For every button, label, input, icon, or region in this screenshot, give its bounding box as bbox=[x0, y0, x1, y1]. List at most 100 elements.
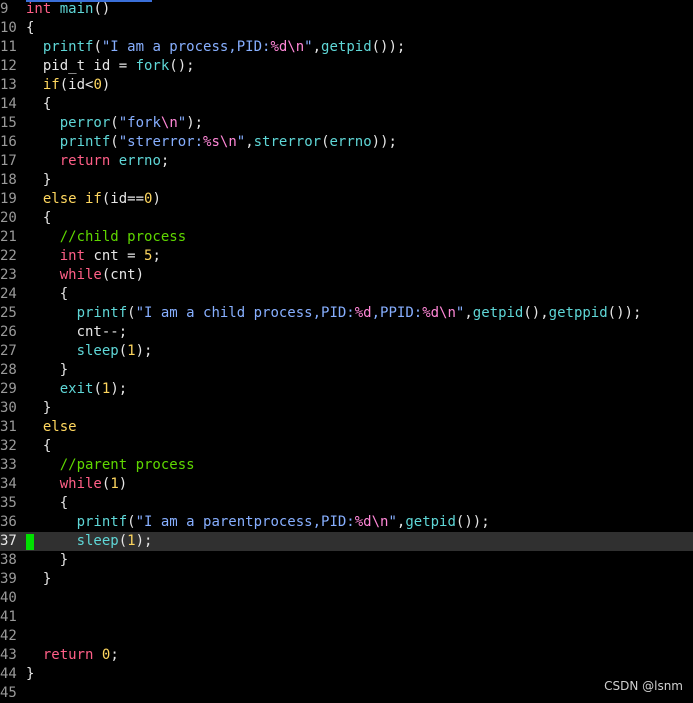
code-token: , bbox=[464, 305, 473, 321]
code-line[interactable]: 28 } bbox=[0, 361, 693, 380]
code-text: } bbox=[26, 171, 51, 190]
code-line[interactable]: 29 exit(1); bbox=[0, 380, 693, 399]
line-number: 44 bbox=[0, 666, 17, 682]
code-text: cnt--; bbox=[26, 323, 128, 342]
line-number: 14 bbox=[0, 96, 17, 112]
code-token: ( bbox=[127, 305, 136, 321]
code-line[interactable]: 36 printf("I am a parentprocess,PID:%d\n… bbox=[0, 513, 693, 532]
code-text: sleep(1); bbox=[26, 532, 153, 551]
code-line[interactable]: 42 bbox=[0, 627, 693, 646]
code-token: sleep bbox=[76, 533, 119, 549]
code-token: ); bbox=[110, 381, 128, 397]
code-token: else bbox=[42, 419, 77, 435]
code-token: , bbox=[312, 39, 322, 55]
code-text: printf("I am a parentprocess,PID:%d\n",g… bbox=[26, 513, 490, 532]
line-number: 38 bbox=[0, 552, 17, 568]
code-token: ( bbox=[93, 381, 102, 397]
code-line[interactable]: 15 perror("fork\n"); bbox=[0, 114, 693, 133]
line-number: 27 bbox=[0, 343, 17, 359]
code-token: printf bbox=[59, 134, 111, 150]
code-token: (cnt) bbox=[101, 267, 145, 283]
code-token: , bbox=[245, 134, 254, 150]
code-line[interactable]: 41 bbox=[0, 608, 693, 627]
line-number: 30 bbox=[0, 400, 17, 416]
code-line[interactable]: 10 { bbox=[0, 19, 693, 38]
code-token: ()); bbox=[455, 514, 490, 530]
code-token: " bbox=[388, 514, 397, 530]
code-line[interactable]: 39 } bbox=[0, 570, 693, 589]
code-token: 1 bbox=[127, 343, 136, 359]
code-token: ()); bbox=[371, 39, 406, 55]
line-number: 33 bbox=[0, 457, 17, 473]
code-token: %d\n bbox=[270, 39, 305, 55]
code-token: ) bbox=[118, 476, 128, 492]
code-token: //parent process bbox=[59, 457, 195, 473]
code-line[interactable]: 17 return errno; bbox=[0, 152, 693, 171]
code-line[interactable]: 43 return 0; bbox=[0, 646, 693, 665]
code-token: { bbox=[26, 495, 69, 511]
code-text: } bbox=[26, 551, 68, 570]
code-editor[interactable]: 9 int main() 10{11 printf("I am a process,… bbox=[0, 0, 693, 703]
code-token: cnt--; bbox=[26, 324, 128, 340]
code-line[interactable]: 21 //child process bbox=[0, 228, 693, 247]
code-text: perror("fork\n"); bbox=[26, 114, 203, 133]
code-token: 1 bbox=[127, 533, 136, 549]
line-number: 34 bbox=[0, 476, 17, 492]
code-line[interactable]: 31 else bbox=[0, 418, 693, 437]
code-token: } bbox=[26, 571, 52, 587]
code-token: pid_t id = bbox=[26, 58, 136, 74]
code-line[interactable]: 9 int main() bbox=[0, 0, 693, 19]
code-line[interactable]: 11 printf("I am a process,PID:%d\n",getp… bbox=[0, 38, 693, 57]
code-line[interactable]: 23 while(cnt) bbox=[0, 266, 693, 285]
code-line[interactable]: 27 sleep(1); bbox=[0, 342, 693, 361]
line-number: 19 bbox=[0, 191, 17, 207]
code-line[interactable]: 45 bbox=[0, 684, 693, 703]
code-line[interactable]: 33 //parent process bbox=[0, 456, 693, 475]
code-line[interactable]: 18 } bbox=[0, 171, 693, 190]
code-line[interactable]: 25 printf("I am a child process,PID:%d,P… bbox=[0, 304, 693, 323]
line-number: 22 bbox=[0, 248, 17, 264]
code-line[interactable]: 37 sleep(1); bbox=[0, 532, 693, 551]
code-line[interactable]: 32 { bbox=[0, 437, 693, 456]
watermark: CSDN @lsnm bbox=[604, 679, 683, 693]
code-token: "strerror: bbox=[118, 134, 204, 150]
line-number: 20 bbox=[0, 210, 17, 226]
code-line[interactable]: 14 { bbox=[0, 95, 693, 114]
code-line[interactable]: 13 if(id<0) bbox=[0, 76, 693, 95]
code-line[interactable]: 35 { bbox=[0, 494, 693, 513]
line-number: 31 bbox=[0, 419, 17, 435]
code-line[interactable]: 22 int cnt = 5; bbox=[0, 247, 693, 266]
code-line[interactable]: 44} bbox=[0, 665, 693, 684]
code-token: fork bbox=[135, 58, 170, 74]
code-token: "I am a parentprocess,PID: bbox=[135, 514, 355, 530]
code-text: return 0; bbox=[26, 646, 119, 665]
code-token: " bbox=[236, 134, 246, 150]
code-line[interactable]: 16 printf("strerror:%s\n",strerror(errno… bbox=[0, 133, 693, 152]
line-number: 28 bbox=[0, 362, 17, 378]
code-line[interactable]: 24 { bbox=[0, 285, 693, 304]
code-token: int bbox=[26, 1, 52, 17]
code-line[interactable]: 20 { bbox=[0, 209, 693, 228]
code-line[interactable]: 26 cnt--; bbox=[0, 323, 693, 342]
code-token: (); bbox=[169, 58, 195, 74]
code-text: else bbox=[26, 418, 77, 437]
code-line[interactable]: 12 pid_t id = fork(); bbox=[0, 57, 693, 76]
code-line[interactable]: 38 } bbox=[0, 551, 693, 570]
code-token: sleep bbox=[76, 343, 119, 359]
code-line[interactable]: 19 else if(id==0) bbox=[0, 190, 693, 209]
code-token: errno bbox=[329, 134, 372, 150]
code-token: \n bbox=[160, 115, 178, 131]
code-line[interactable]: 34 while(1) bbox=[0, 475, 693, 494]
code-token: ); bbox=[186, 115, 204, 131]
code-token: exit bbox=[59, 381, 94, 397]
code-text: exit(1); bbox=[26, 380, 127, 399]
code-line[interactable]: 30 } bbox=[0, 399, 693, 418]
code-token: printf bbox=[76, 305, 128, 321]
code-line[interactable]: 40 bbox=[0, 589, 693, 608]
line-number: 29 bbox=[0, 381, 17, 397]
code-text: if(id<0) bbox=[26, 76, 110, 95]
